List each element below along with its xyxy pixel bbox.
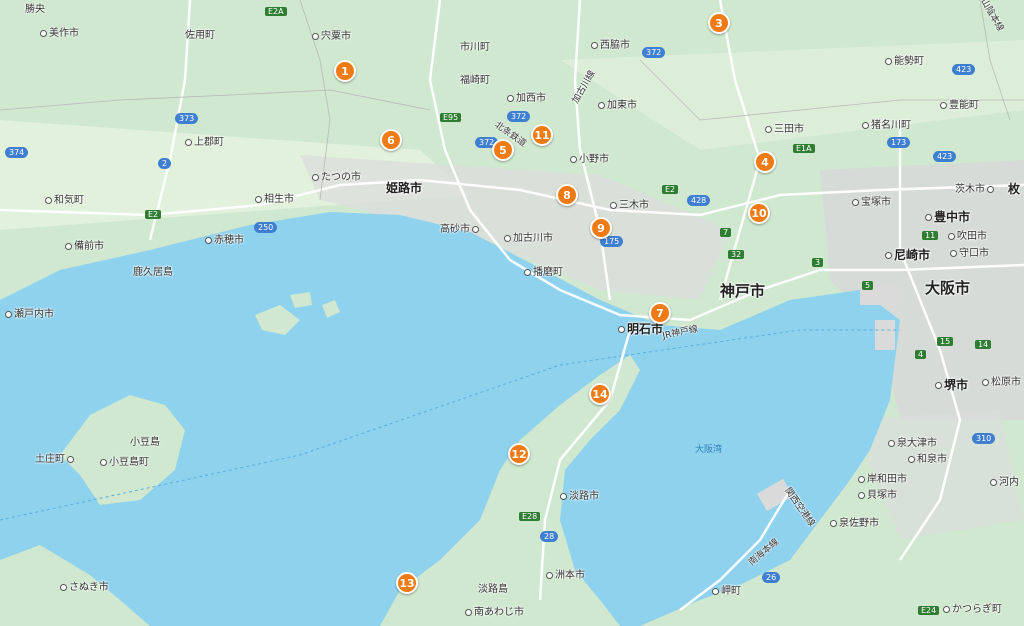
label-kawachi: 河内 xyxy=(990,473,1019,488)
label-takarazuka: 宝塚市 xyxy=(852,193,891,208)
label-nishiwaki: 西脇市 xyxy=(591,36,630,51)
city-toyonaka: 豊中市 xyxy=(925,208,970,225)
shield-7: 7 xyxy=(720,228,732,237)
map-marker-10[interactable]: 10 xyxy=(748,202,770,224)
label-ichikawa: 市川町 xyxy=(460,42,490,53)
label-sanuki: さぬき市 xyxy=(60,578,109,593)
label-kato: 加東市 xyxy=(598,96,637,111)
label-minamiawaji: 南あわじ市 xyxy=(465,603,524,618)
shield-e2-left: E2 xyxy=(145,210,162,219)
label-ono: 小野市 xyxy=(570,150,609,165)
shield-e28: E28 xyxy=(519,512,541,521)
map-marker-12[interactable]: 12 xyxy=(508,443,530,465)
label-izumisano: 泉佐野市 xyxy=(830,514,879,529)
label-tonosho: 土庄町 xyxy=(35,450,76,465)
route-2: 2 xyxy=(158,158,172,169)
label-tatsuno: たつの市 xyxy=(312,168,361,183)
label-ibaraki: 茨木市 xyxy=(955,180,996,195)
label-aioi: 相生市 xyxy=(255,190,294,205)
label-takasago: 高砂市 xyxy=(440,220,481,235)
map-marker-8[interactable]: 8 xyxy=(556,184,578,206)
label-matsubara: 松原市 xyxy=(982,373,1021,388)
label-nose: 能勢町 xyxy=(885,52,924,67)
route-310: 310 xyxy=(972,433,996,444)
route-428: 428 xyxy=(687,195,711,206)
label-setouchi: 瀬戸内市 xyxy=(5,305,54,320)
label-moriguchi: 守口市 xyxy=(950,244,989,259)
label-shodoshima-island: 小豆島 xyxy=(130,437,160,448)
label-shodoshima-town: 小豆島町 xyxy=(100,453,149,468)
route-372-a: 372 xyxy=(507,111,531,122)
shield-3: 3 xyxy=(812,258,824,267)
city-himeji: 姫路市 xyxy=(386,181,423,195)
route-423-b: 423 xyxy=(933,151,957,162)
label-miki: 三木市 xyxy=(610,196,649,211)
shield-e1a: E1A xyxy=(793,144,815,153)
label-izumiotsu: 泉大津市 xyxy=(888,434,937,449)
label-awajishima: 淡路島 xyxy=(478,584,508,595)
label-osaka-bay: 大阪湾 xyxy=(695,445,723,455)
route-250: 250 xyxy=(254,222,278,233)
label-ako: 赤穂市 xyxy=(205,231,244,246)
label-sumoto: 洲本市 xyxy=(546,566,585,581)
shield-e24: E24 xyxy=(918,606,940,615)
map-marker-13[interactable]: 13 xyxy=(396,572,418,594)
map-marker-9[interactable]: 9 xyxy=(590,217,612,239)
shield-e95: E95 xyxy=(440,113,462,122)
city-sakai: 堺市 xyxy=(935,376,968,393)
shield-11: 11 xyxy=(922,231,939,240)
label-suita: 吹田市 xyxy=(948,227,987,242)
label-katsuragi: かつらぎ町 xyxy=(943,600,1002,615)
label-partial-hirakata: 枚 xyxy=(1008,182,1021,196)
shield-15: 15 xyxy=(937,337,954,346)
shield-e2a: E2A xyxy=(265,7,287,16)
label-top-left: 勝央 xyxy=(25,4,45,15)
route-423-a: 423 xyxy=(952,64,976,75)
map-marker-7[interactable]: 7 xyxy=(649,302,671,324)
map-marker-14[interactable]: 14 xyxy=(589,383,611,405)
label-awaji: 淡路市 xyxy=(560,487,599,502)
map-marker-5[interactable]: 5 xyxy=(492,139,514,161)
label-harima: 播磨町 xyxy=(524,263,563,278)
shield-32: 32 xyxy=(728,250,745,259)
shield-4: 4 xyxy=(915,350,927,359)
map-marker-11[interactable]: 11 xyxy=(531,124,553,146)
map-marker-3[interactable]: 3 xyxy=(708,12,730,34)
route-374: 374 xyxy=(5,147,29,158)
city-osaka: 大阪市 xyxy=(925,279,971,297)
label-fukusaki: 福崎町 xyxy=(460,75,490,86)
map-marker-4[interactable]: 4 xyxy=(754,151,776,173)
label-bizen: 備前市 xyxy=(65,237,104,252)
label-kaizuka: 貝塚市 xyxy=(858,486,897,501)
shield-5: 5 xyxy=(862,281,874,290)
route-372-top: 372 xyxy=(642,47,666,58)
label-kishiwada: 岸和田市 xyxy=(858,470,907,485)
label-wake: 和気町 xyxy=(45,191,84,206)
label-shiso: 宍粟市 xyxy=(312,27,351,42)
label-sayo: 佐用町 xyxy=(185,30,215,41)
map-canvas[interactable]: 神戸市 大阪市 姫路市 明石市 堺市 豊中市 尼崎市 勝央 美作市 佐用町 宍粟… xyxy=(0,0,1024,626)
route-373: 373 xyxy=(175,113,199,124)
label-mimasaka: 美作市 xyxy=(40,24,79,39)
shield-e2-mid: E2 xyxy=(662,185,679,194)
map-marker-6[interactable]: 6 xyxy=(380,129,402,151)
label-sanda: 三田市 xyxy=(765,120,804,135)
label-kakui-island: 鹿久居島 xyxy=(133,267,173,278)
city-kobe: 神戸市 xyxy=(720,282,766,300)
map-marker-1[interactable]: 1 xyxy=(334,60,356,82)
label-kamigori: 上郡町 xyxy=(185,133,224,148)
route-173: 173 xyxy=(887,137,911,148)
label-izumi: 和泉市 xyxy=(908,450,947,465)
label-misaki: 岬町 xyxy=(712,582,741,597)
label-inagawa: 猪名川町 xyxy=(862,116,911,131)
label-kasai: 加西市 xyxy=(507,89,546,104)
city-amagasaki: 尼崎市 xyxy=(885,246,930,263)
shield-14: 14 xyxy=(975,340,992,349)
route-26: 26 xyxy=(762,572,781,583)
label-toyono: 豊能町 xyxy=(940,96,979,111)
route-28: 28 xyxy=(540,531,559,542)
label-kakogawa: 加古川市 xyxy=(504,229,553,244)
